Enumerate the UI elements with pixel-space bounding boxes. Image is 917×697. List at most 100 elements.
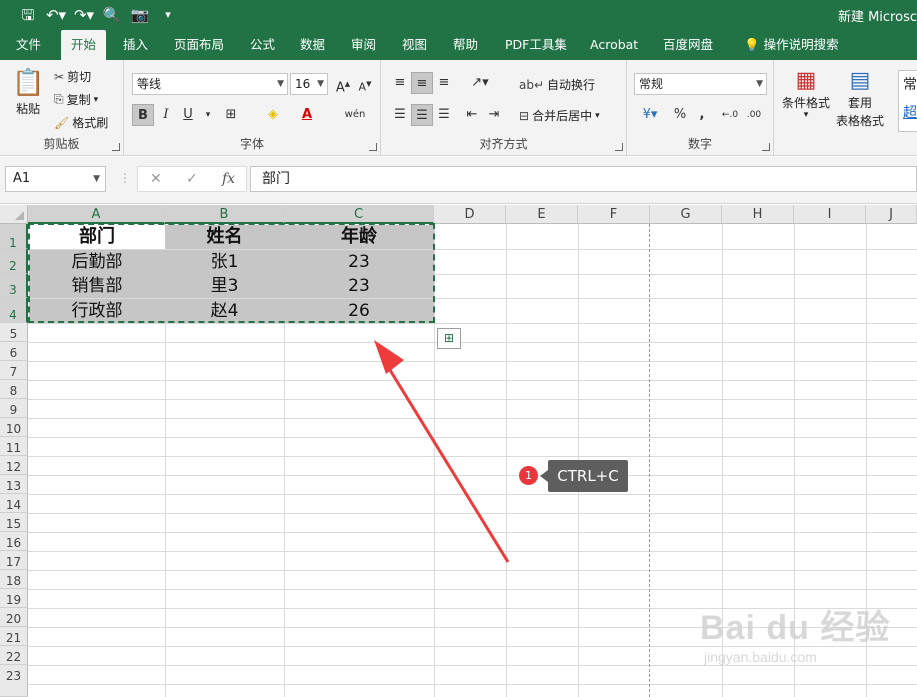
column-header-c[interactable]: C (284, 205, 434, 224)
name-box[interactable]: A1 ▼ (5, 166, 106, 192)
row-header-13[interactable]: 13 (0, 475, 28, 494)
copy-button[interactable]: ⎘ 复制 ▾ (54, 91, 98, 108)
align-top-icon[interactable]: ≡ (389, 72, 411, 94)
tab-formulas[interactable]: 公式 (240, 30, 285, 60)
row-header-20[interactable]: 20 (0, 608, 28, 627)
orientation-icon[interactable]: ↗▾ (465, 72, 495, 94)
column-header-h[interactable]: H (722, 205, 794, 224)
insert-function-icon[interactable]: fx (222, 167, 235, 191)
row-header-2[interactable]: 2 (0, 249, 28, 274)
customize-icon[interactable]: ▾ (154, 5, 182, 25)
column-header-b[interactable]: B (165, 205, 284, 224)
column-header-f[interactable]: F (578, 205, 650, 224)
conditional-format-button[interactable]: ▦ 条件格式 ▾ (782, 68, 830, 120)
row-header-14[interactable]: 14 (0, 494, 28, 513)
row-header-12[interactable]: 12 (0, 456, 28, 475)
camera-icon[interactable]: 📷 (126, 5, 154, 25)
row-header-10[interactable]: 10 (0, 418, 28, 437)
tab-data[interactable]: 数据 (290, 30, 335, 60)
row-header-18[interactable]: 18 (0, 570, 28, 589)
tab-review[interactable]: 审阅 (341, 30, 386, 60)
wrap-text-button[interactable]: ab↵ 自动换行 (519, 76, 595, 93)
row-header-5[interactable]: 5 (0, 323, 28, 342)
font-color-icon[interactable]: A (296, 104, 318, 126)
row-header-9[interactable]: 9 (0, 399, 28, 418)
row-header-17[interactable]: 17 (0, 551, 28, 570)
format-painter-button[interactable]: 🖌 格式刷 (54, 114, 108, 131)
fill-color-icon[interactable]: ◈ (262, 104, 284, 126)
number-launcher-icon[interactable] (762, 143, 770, 151)
row-header-4[interactable]: 4 (0, 298, 28, 323)
cell-style-hyperlink[interactable]: 超 (903, 99, 917, 127)
underline-button[interactable]: U (177, 104, 199, 126)
align-middle-icon[interactable]: ≡ (411, 72, 433, 94)
cancel-icon[interactable]: ✕ (150, 167, 162, 191)
tab-acrobat[interactable]: Acrobat (580, 30, 648, 60)
cell-style-normal[interactable]: 常 (903, 71, 917, 99)
cut-button[interactable]: ✂ 剪切 (54, 68, 91, 85)
align-bottom-icon[interactable]: ≡ (433, 72, 455, 94)
undo-icon[interactable]: ↶▾ (42, 5, 70, 25)
decrease-indent-icon[interactable]: ⇤ (461, 104, 483, 126)
comma-button[interactable]: , (691, 104, 713, 126)
column-header-j[interactable]: J (866, 205, 917, 224)
cell-styles-gallery[interactable]: 常 超 (898, 70, 917, 132)
formula-input[interactable]: 部门 (250, 166, 917, 192)
save-icon[interactable]: 🖫 (14, 5, 42, 25)
shrink-font-button[interactable]: A▼ (354, 73, 376, 95)
merge-center-button[interactable]: ⊟ 合并后居中 ▾ (519, 107, 600, 124)
bold-button[interactable]: B (132, 104, 154, 126)
alignment-launcher-icon[interactable] (615, 143, 623, 151)
row-header-22[interactable]: 22 (0, 646, 28, 665)
align-right-icon[interactable]: ☰ (433, 104, 455, 126)
tab-baidu-netdisk[interactable]: 百度网盘 (653, 30, 723, 60)
tab-page-layout[interactable]: 页面布局 (164, 30, 234, 60)
row-header-7[interactable]: 7 (0, 361, 28, 380)
tell-me-search[interactable]: 💡 操作说明搜索 (734, 30, 849, 60)
grow-font-button[interactable]: A▲ (332, 73, 354, 95)
underline-dropdown-icon[interactable]: ▾ (197, 104, 219, 126)
percent-button[interactable]: % (669, 104, 691, 126)
italic-button[interactable]: I (155, 104, 177, 126)
row-header-21[interactable]: 21 (0, 627, 28, 646)
align-center-icon[interactable]: ☰ (411, 104, 433, 126)
redo-icon[interactable]: ↷▾ (70, 5, 98, 25)
tab-view[interactable]: 视图 (392, 30, 437, 60)
row-header-15[interactable]: 15 (0, 513, 28, 532)
column-header-a[interactable]: A (28, 205, 165, 224)
select-all-button[interactable] (0, 205, 28, 224)
tab-pdf-tools[interactable]: PDF工具集 (495, 30, 577, 60)
font-size-select[interactable]: 16 ▼ (290, 73, 328, 95)
tab-help[interactable]: 帮助 (443, 30, 488, 60)
row-header-16[interactable]: 16 (0, 532, 28, 551)
currency-icon[interactable]: ¥▾ (635, 104, 665, 126)
row-header-3[interactable]: 3 (0, 274, 28, 298)
tab-insert[interactable]: 插入 (113, 30, 158, 60)
formula-bar-splitter[interactable]: ⋮ (119, 171, 131, 185)
font-name-select[interactable]: 等线 ▼ (132, 73, 288, 95)
format-as-table-button[interactable]: ▤ 套用 表格格式 (836, 68, 884, 129)
phonetic-guide-button[interactable]: wén (338, 104, 372, 126)
row-header-8[interactable]: 8 (0, 380, 28, 399)
row-header-1[interactable]: 1 (0, 224, 28, 250)
clipboard-launcher-icon[interactable] (112, 143, 120, 151)
tab-home[interactable]: 开始 (61, 30, 107, 60)
align-left-icon[interactable]: ☰ (389, 104, 411, 126)
enter-icon[interactable]: ✓ (186, 167, 198, 191)
print-preview-icon[interactable]: 🔍 (98, 5, 126, 25)
row-header-19[interactable]: 19 (0, 589, 28, 608)
number-format-select[interactable]: 常规 ▼ (634, 73, 767, 95)
border-icon[interactable]: ⊞ (220, 104, 242, 126)
decrease-decimal-icon[interactable]: .00 (743, 104, 765, 126)
increase-decimal-icon[interactable]: ←.0 (719, 104, 741, 126)
column-header-e[interactable]: E (506, 205, 578, 224)
font-launcher-icon[interactable] (369, 143, 377, 151)
paste-button[interactable]: 📋 粘贴 (12, 68, 44, 117)
increase-indent-icon[interactable]: ⇥ (483, 104, 505, 126)
column-header-g[interactable]: G (650, 205, 722, 224)
column-header-d[interactable]: D (434, 205, 506, 224)
column-header-i[interactable]: I (794, 205, 866, 224)
tab-file[interactable]: 文件 (6, 30, 51, 60)
row-header-6[interactable]: 6 (0, 342, 28, 361)
row-header-23[interactable]: 23 (0, 665, 28, 697)
